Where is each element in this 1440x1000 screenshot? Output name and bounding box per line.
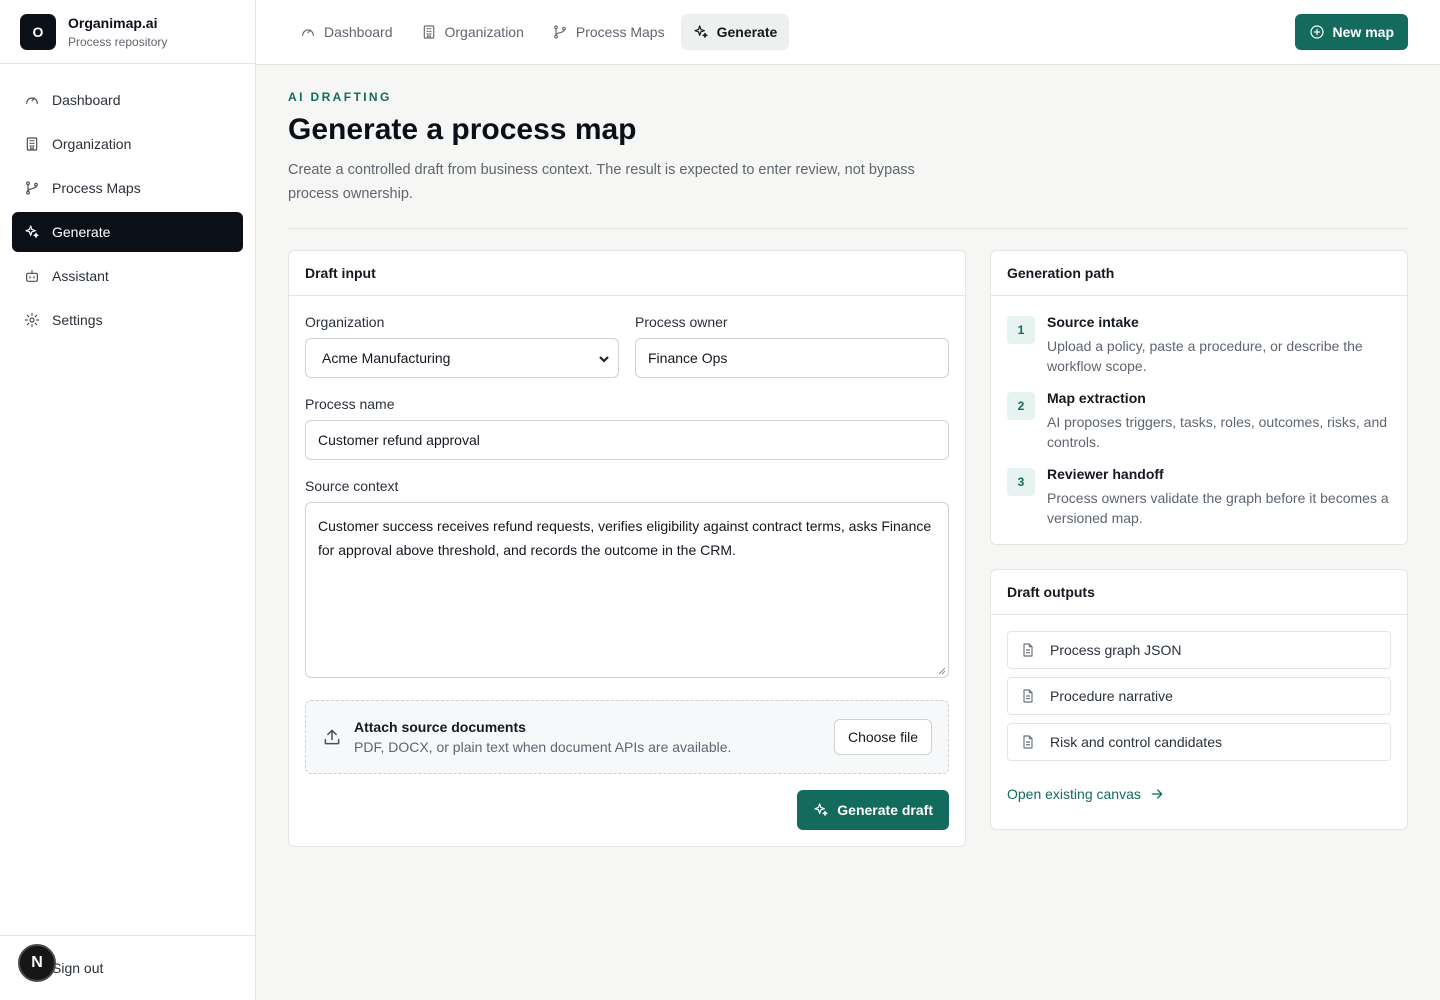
draft-input-card: Draft input Organization Acme Manufactur…	[288, 250, 966, 847]
list-item[interactable]: Process graph JSON	[1007, 631, 1391, 669]
process-owner-value: Finance Ops	[648, 350, 728, 366]
sparkles-icon	[693, 25, 708, 38]
divider	[288, 228, 1408, 229]
upload-icon	[324, 729, 340, 745]
sidebar-item-dashboard[interactable]: Dashboard	[12, 80, 243, 120]
new-map-button[interactable]: New map	[1294, 14, 1408, 50]
step-number: 1	[1007, 316, 1035, 344]
open-existing-canvas-link[interactable]: Open existing canvas	[1007, 786, 1165, 802]
sign-out-button[interactable]: Sign out	[52, 960, 103, 976]
file-text-icon	[1023, 735, 1033, 749]
resize-handle-icon[interactable]	[938, 667, 946, 675]
brand[interactable]: O Organimap.ai Process repository	[0, 0, 255, 64]
generate-draft-label: Generate draft	[837, 802, 933, 818]
new-map-label: New map	[1332, 24, 1394, 40]
page-description: Create a controlled draft from business …	[288, 162, 915, 202]
page-title: Generate a process map	[288, 113, 637, 146]
main-content: AI DRAFTING Generate a process map Creat…	[288, 65, 1408, 847]
brand-subtitle: Process repository	[68, 34, 168, 49]
bot-icon	[26, 270, 38, 282]
sidebar-item-label: Generate	[52, 224, 111, 240]
attach-dropzone[interactable]: Attach source documents PDF, DOCX, or pl…	[305, 700, 949, 774]
card-title: Generation path	[991, 251, 1407, 296]
gear-icon	[24, 312, 40, 328]
source-context-label: Source context	[305, 478, 399, 494]
gauge-icon	[26, 97, 38, 104]
step-number: 2	[1007, 392, 1035, 420]
tab-label: Organization	[444, 24, 524, 40]
organization-select[interactable]: Acme Manufacturing	[305, 338, 619, 378]
gauge-icon	[302, 29, 314, 36]
brand-logo: O	[20, 13, 56, 50]
sparkles-icon	[25, 225, 39, 238]
list-item[interactable]: Risk and control candidates	[1007, 723, 1391, 761]
sidebar-footer: Sign out N	[0, 935, 255, 1000]
organization-value: Acme Manufacturing	[322, 350, 451, 366]
process-name-label: Process name	[305, 396, 395, 412]
sidebar-item-assistant[interactable]: Assistant	[12, 256, 243, 296]
topbar: Dashboard Organization Process Maps Gene…	[256, 0, 1440, 65]
tab-process-maps[interactable]: Process Maps	[540, 14, 677, 50]
step-description: Process owners validate the graph before…	[1047, 490, 1389, 526]
list-item[interactable]: Procedure narrative	[1007, 677, 1391, 715]
output-label: Risk and control candidates	[1050, 734, 1222, 750]
output-label: Procedure narrative	[1050, 688, 1173, 704]
attach-title: Attach source documents	[354, 719, 526, 735]
file-text-icon	[1023, 689, 1033, 703]
tab-dashboard[interactable]: Dashboard	[288, 14, 405, 50]
sidebar-item-label: Process Maps	[52, 180, 141, 196]
brand-name: Organimap.ai	[68, 14, 158, 31]
tab-label: Process Maps	[575, 24, 665, 40]
file-text-icon	[1023, 643, 1033, 657]
sidebar-item-label: Assistant	[52, 268, 109, 284]
plus-circle-icon	[1309, 25, 1324, 39]
sidebar-nav: Dashboard Organization Process Maps Gene…	[0, 64, 255, 360]
organization-label: Organization	[305, 314, 385, 330]
open-link-label: Open existing canvas	[1007, 786, 1141, 802]
step-description: Upload a policy, paste a procedure, or d…	[1047, 338, 1363, 374]
draft-outputs-card: Draft outputs Process graph JSON Procedu…	[990, 569, 1408, 830]
git-branch-icon	[26, 181, 38, 195]
process-owner-label: Process owner	[635, 314, 728, 330]
sidebar-item-generate[interactable]: Generate	[12, 212, 243, 252]
process-name-value: Customer refund approval	[318, 432, 480, 448]
output-label: Process graph JSON	[1050, 642, 1182, 658]
arrow-right-icon	[1151, 789, 1163, 799]
step-title: Map extraction	[1047, 390, 1146, 406]
sidebar-item-process-maps[interactable]: Process Maps	[12, 168, 243, 208]
process-name-input[interactable]: Customer refund approval	[305, 420, 949, 460]
process-owner-input[interactable]: Finance Ops	[635, 338, 949, 378]
sidebar: O Organimap.ai Process repository Dashbo…	[0, 0, 256, 1000]
git-branch-icon	[553, 25, 566, 39]
building-icon	[26, 137, 38, 151]
sidebar-item-label: Settings	[52, 312, 103, 328]
sidebar-item-label: Organization	[52, 136, 132, 152]
chevron-down-icon	[599, 356, 609, 363]
sidebar-item-settings[interactable]: Settings	[12, 300, 243, 340]
building-icon	[423, 25, 434, 39]
choose-file-button[interactable]: Choose file	[833, 719, 932, 755]
generate-draft-button[interactable]: Generate draft	[797, 790, 949, 830]
tab-organization[interactable]: Organization	[409, 14, 536, 50]
eyebrow: AI DRAFTING	[288, 90, 392, 104]
tab-label: Dashboard	[324, 24, 393, 40]
step-number: 3	[1007, 468, 1035, 496]
sidebar-item-label: Dashboard	[52, 92, 121, 108]
step-title: Source intake	[1047, 314, 1139, 330]
step-description: AI proposes triggers, tasks, roles, outc…	[1047, 414, 1388, 450]
sidebar-item-organization[interactable]: Organization	[12, 124, 243, 164]
tab-generate[interactable]: Generate	[680, 14, 790, 50]
tab-label: Generate	[716, 24, 778, 40]
avatar[interactable]: N	[18, 944, 56, 982]
top-tabs: Dashboard Organization Process Maps Gene…	[288, 14, 793, 50]
step-title: Reviewer handoff	[1047, 466, 1164, 482]
card-title: Draft outputs	[991, 570, 1407, 615]
source-context-textarea[interactable]: Customer success receives refund request…	[305, 502, 949, 678]
generation-path-card: Generation path 1 Source intake Upload a…	[990, 250, 1408, 545]
sparkles-icon	[814, 803, 828, 816]
attach-subtitle: PDF, DOCX, or plain text when document A…	[354, 739, 732, 755]
card-title: Draft input	[289, 251, 965, 296]
source-context-value: Customer success receives refund request…	[318, 518, 932, 558]
